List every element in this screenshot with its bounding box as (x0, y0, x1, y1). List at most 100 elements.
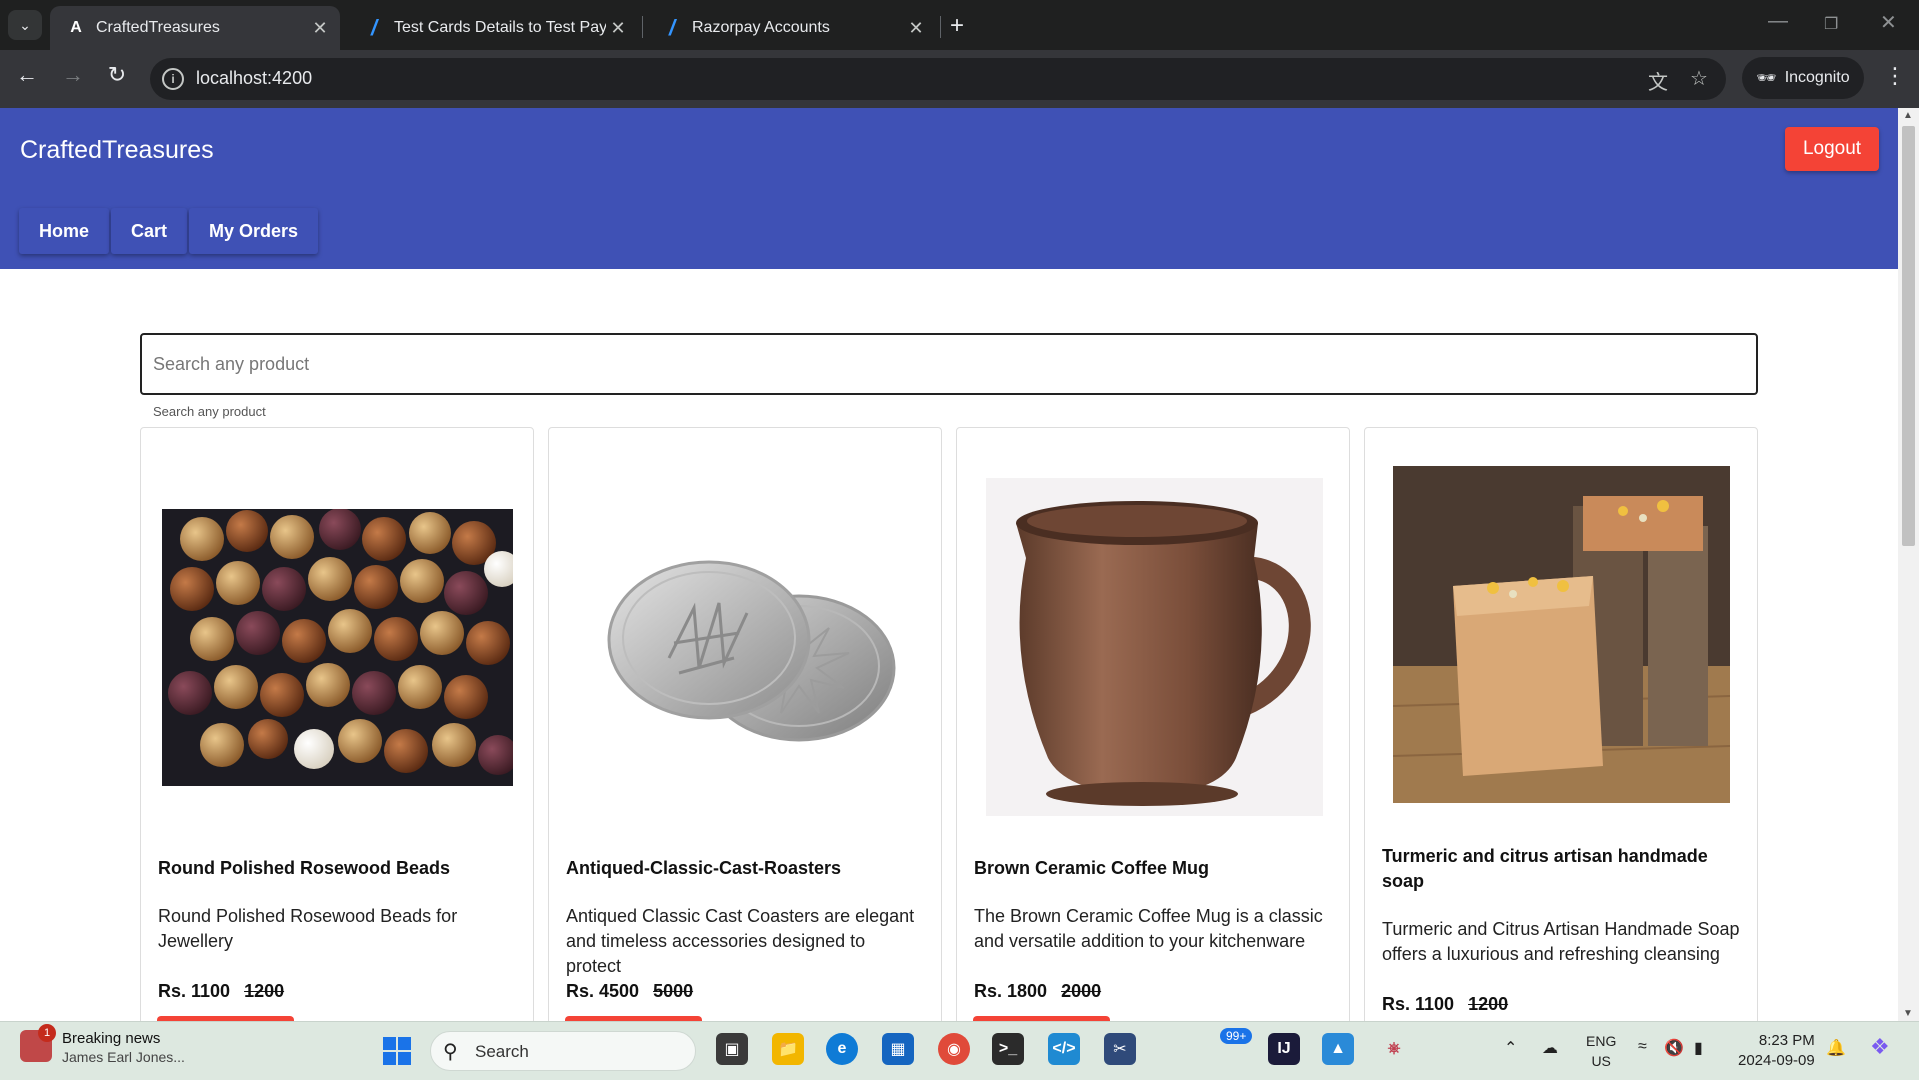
close-icon[interactable]: ✕ (308, 18, 332, 39)
current-price: Rs. 1800 (974, 981, 1048, 1001)
current-price: Rs. 4500 (566, 981, 640, 1001)
system-clock[interactable]: 8:23 PM 2024-09-09 (1738, 1031, 1815, 1071)
page-scrollbar[interactable]: ▲ ▼ (1898, 108, 1919, 1021)
wifi-icon[interactable]: ≈ (1638, 1038, 1647, 1056)
copilot-icon[interactable]: ❖ (1870, 1034, 1890, 1060)
close-icon[interactable]: ✕ (904, 18, 928, 39)
nav-my-orders[interactable]: My Orders (189, 208, 319, 254)
razorpay-icon: / (668, 15, 676, 40)
address-bar[interactable]: i localhost:4200 文 ☆ (150, 58, 1726, 100)
product-card[interactable]: Turmeric and citrus artisan handmade soa… (1364, 427, 1758, 1027)
clock-date: 2024-09-09 (1738, 1052, 1815, 1069)
chevron-down-icon: ⌄ (19, 16, 31, 33)
current-price: Rs. 1100 (1382, 994, 1455, 1014)
tab-separator (940, 16, 941, 38)
plus-icon: + (950, 12, 965, 39)
taskbar-search[interactable]: ⚲ Search (430, 1031, 696, 1071)
main-nav: Home Cart My Orders (19, 208, 319, 254)
news-widget[interactable]: 1 Breaking news James Earl Jones... (20, 1024, 185, 1065)
clock-time: 8:23 PM (1758, 1032, 1815, 1049)
scroll-up-icon[interactable]: ▲ (1903, 110, 1913, 121)
url-text[interactable]: localhost:4200 (196, 68, 312, 89)
product-price: Rs. 4500 5000 (566, 981, 693, 1002)
photos-icon[interactable]: ▲ (1322, 1033, 1354, 1065)
minimize-icon[interactable]: — (1768, 10, 1788, 33)
wooden-beads-image[interactable] (162, 508, 520, 786)
back-icon[interactable]: ← (10, 62, 44, 88)
forward-icon[interactable]: → (56, 62, 90, 88)
news-badge: 1 (38, 1024, 56, 1042)
search-icon: ⚲ (443, 1041, 458, 1063)
product-name[interactable]: Turmeric and citrus artisan handmade soa… (1382, 844, 1740, 894)
close-icon[interactable]: ✕ (606, 18, 630, 39)
original-price: 1200 (244, 981, 285, 1001)
intellij-icon[interactable]: IJ (1268, 1033, 1300, 1065)
incognito-badge[interactable]: 🕶 Incognito (1742, 57, 1864, 99)
news-title: Breaking news (62, 1030, 161, 1047)
product-name[interactable]: Round Polished Rosewood Beads (158, 856, 516, 881)
volume-muted-icon[interactable]: 🔇 (1664, 1038, 1684, 1058)
new-tab-button[interactable]: + (950, 12, 964, 40)
chevron-up-icon[interactable]: ⌃ (1504, 1038, 1517, 1058)
news-subtitle: James Earl Jones... (62, 1049, 185, 1065)
product-description: Turmeric and Citrus Artisan Handmade Soa… (1382, 919, 1740, 964)
current-price: Rs. 1100 (158, 981, 231, 1001)
onedrive-icon[interactable]: ☁ (1542, 1038, 1558, 1058)
translate-icon[interactable]: 文 (1648, 66, 1668, 95)
nav-cart[interactable]: Cart (111, 208, 188, 254)
product-description: The Brown Ceramic Coffee Mug is a classi… (974, 906, 1323, 951)
product-name[interactable]: Brown Ceramic Coffee Mug (974, 856, 1332, 881)
product-name[interactable]: Antiqued-Classic-Cast-Roasters (566, 856, 924, 881)
product-card[interactable]: Brown Ceramic Coffee Mug The Brown Ceram… (956, 427, 1350, 1036)
browser-tab-craftedtreasures[interactable]: A CraftedTreasures ✕ (50, 6, 340, 50)
product-card[interactable]: Round Polished Rosewood Beads Round Poli… (140, 427, 534, 1036)
original-price: 2000 (1061, 981, 1102, 1001)
product-price: Rs. 1800 2000 (974, 981, 1101, 1002)
chrome-icon[interactable]: ◉ (938, 1033, 970, 1065)
task-view-icon[interactable]: ▣ (716, 1033, 748, 1065)
browser-toolbar: ← → ↻ i localhost:4200 文 ☆ 🕶 Incognito ⋮ (0, 50, 1919, 108)
terminal-icon[interactable]: >_ (992, 1033, 1024, 1065)
site-info-icon[interactable]: i (162, 68, 184, 90)
browser-tab-test-cards[interactable]: / Test Cards Details to Test Payme ✕ (348, 6, 638, 50)
edge-icon[interactable]: e (826, 1033, 858, 1065)
file-explorer-icon[interactable]: 📁 (772, 1033, 804, 1065)
product-price: Rs. 1100 1200 (158, 981, 284, 1002)
language-indicator[interactable]: ENG US (1586, 1031, 1616, 1071)
notification-bell-icon[interactable]: 🔔 (1826, 1038, 1846, 1058)
vscode-icon[interactable]: </> (1048, 1033, 1080, 1065)
scrollbar-thumb[interactable] (1902, 126, 1915, 546)
product-search-field[interactable] (140, 333, 1758, 395)
ceramic-mug-image[interactable] (986, 478, 1323, 816)
original-price: 1200 (1468, 994, 1509, 1014)
incognito-label: Incognito (1784, 69, 1850, 86)
product-description: Antiqued Classic Cast Coasters are elega… (566, 906, 915, 976)
search-input[interactable] (142, 335, 1756, 393)
product-card[interactable]: Antiqued-Classic-Cast-Roasters Antiqued … (548, 427, 942, 1036)
metal-coasters-image[interactable] (599, 548, 899, 748)
close-window-icon[interactable]: ✕ (1880, 10, 1897, 35)
taskbar-search-label: Search (475, 1042, 529, 1061)
browser-tab-bar: ⌄ A CraftedTreasures ✕ / Test Cards Deta… (0, 0, 1919, 50)
battery-icon[interactable]: ▮ (1694, 1038, 1703, 1058)
browser-tab-razorpay-accounts[interactable]: / Razorpay Accounts ✕ (646, 6, 936, 50)
bookmark-star-icon[interactable]: ☆ (1690, 66, 1708, 91)
razorpay-icon: / (370, 15, 378, 40)
windows-start-icon[interactable] (383, 1037, 411, 1065)
handmade-soap-image[interactable] (1392, 466, 1731, 803)
reload-icon[interactable]: ↻ (100, 62, 134, 88)
restore-icon[interactable]: ❐ (1824, 14, 1838, 34)
tab-title: CraftedTreasures (96, 19, 220, 36)
connect-icon[interactable]: ⎈ (1378, 1033, 1410, 1065)
more-menu-icon[interactable]: ⋮ (1884, 63, 1906, 89)
brand-title[interactable]: CraftedTreasures (20, 136, 214, 165)
scroll-down-icon[interactable]: ▼ (1903, 1008, 1913, 1019)
app-header: CraftedTreasures Logout Home Cart My Ord… (0, 108, 1898, 269)
logout-button[interactable]: Logout (1785, 127, 1879, 171)
snipping-tool-icon[interactable]: ✂ (1104, 1033, 1136, 1065)
news-text: Breaking news James Earl Jones... (62, 1030, 185, 1065)
store-icon[interactable]: ▦ (882, 1033, 914, 1065)
nav-home[interactable]: Home (19, 208, 110, 254)
tab-search-button[interactable]: ⌄ (8, 10, 42, 40)
product-description: Round Polished Rosewood Beads for Jewell… (158, 906, 458, 951)
